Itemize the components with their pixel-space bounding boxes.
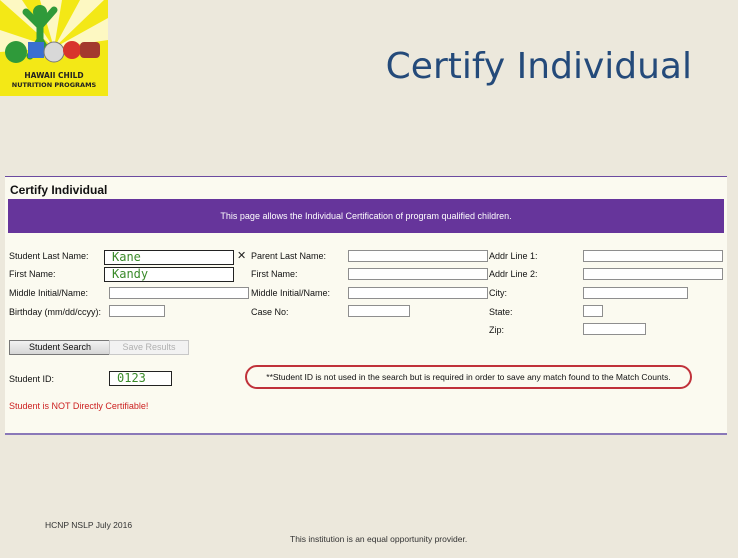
logo-text-line2: NUTRITION PROGRAMS — [12, 81, 97, 89]
addr-line1-label: Addr Line 1: — [489, 251, 538, 261]
city-input[interactable] — [583, 287, 688, 299]
student-last-name-input[interactable]: Kane — [104, 250, 234, 265]
middle-initial-label: Middle Initial/Name: — [9, 288, 89, 298]
student-last-name-label: Student Last Name: — [9, 251, 89, 261]
zip-label: Zip: — [489, 325, 505, 335]
certification-status-message: Student is NOT Directly Certifiable! — [9, 401, 149, 411]
case-no-label: Case No: — [251, 307, 289, 317]
slide-title: Certify Individual — [385, 46, 692, 87]
clear-icon[interactable]: ✕ — [237, 251, 246, 262]
state-input[interactable] — [583, 305, 603, 317]
footer-disclaimer: This institution is an equal opportunity… — [290, 534, 468, 544]
parent-last-name-input[interactable] — [348, 250, 488, 262]
city-label: City: — [489, 288, 507, 298]
addr-line2-input[interactable] — [583, 268, 723, 280]
state-label: State: — [489, 307, 513, 317]
info-banner: This page allows the Individual Certific… — [8, 199, 724, 233]
footer-date: HCNP NSLP July 2016 — [45, 520, 133, 530]
parent-middle-initial-input[interactable] — [348, 287, 488, 299]
first-name-input[interactable]: Kandy — [104, 267, 234, 282]
parent-first-name-label: First Name: — [251, 269, 298, 279]
middle-initial-input[interactable] — [109, 287, 249, 299]
panel-title: Certify Individual — [10, 183, 108, 197]
student-id-label: Student ID: — [9, 374, 55, 384]
hcnp-logo: HAWAII CHILD NUTRITION PROGRAMS — [0, 0, 108, 96]
student-id-input[interactable]: 0123 — [109, 371, 172, 386]
logo-graphic: HAWAII CHILD NUTRITION PROGRAMS — [0, 0, 108, 96]
zip-input[interactable] — [583, 323, 646, 335]
certify-panel: Certify Individual This page allows the … — [5, 176, 727, 435]
student-search-button[interactable]: Student Search — [9, 340, 111, 355]
addr-line2-label: Addr Line 2: — [489, 269, 538, 279]
parent-first-name-input[interactable] — [348, 268, 488, 280]
birthday-input[interactable] — [109, 305, 165, 317]
birthday-label: Birthday (mm/dd/ccyy): — [9, 307, 102, 317]
case-no-input[interactable] — [348, 305, 410, 317]
addr-line1-input[interactable] — [583, 250, 723, 262]
student-id-note: **Student ID is not used in the search b… — [245, 365, 692, 389]
logo-text-line1: HAWAII CHILD — [24, 71, 83, 80]
save-results-button[interactable]: Save Results — [109, 340, 189, 355]
parent-middle-initial-label: Middle Initial/Name: — [251, 288, 331, 298]
first-name-label: First Name: — [9, 269, 56, 279]
parent-last-name-label: Parent Last Name: — [251, 251, 327, 261]
